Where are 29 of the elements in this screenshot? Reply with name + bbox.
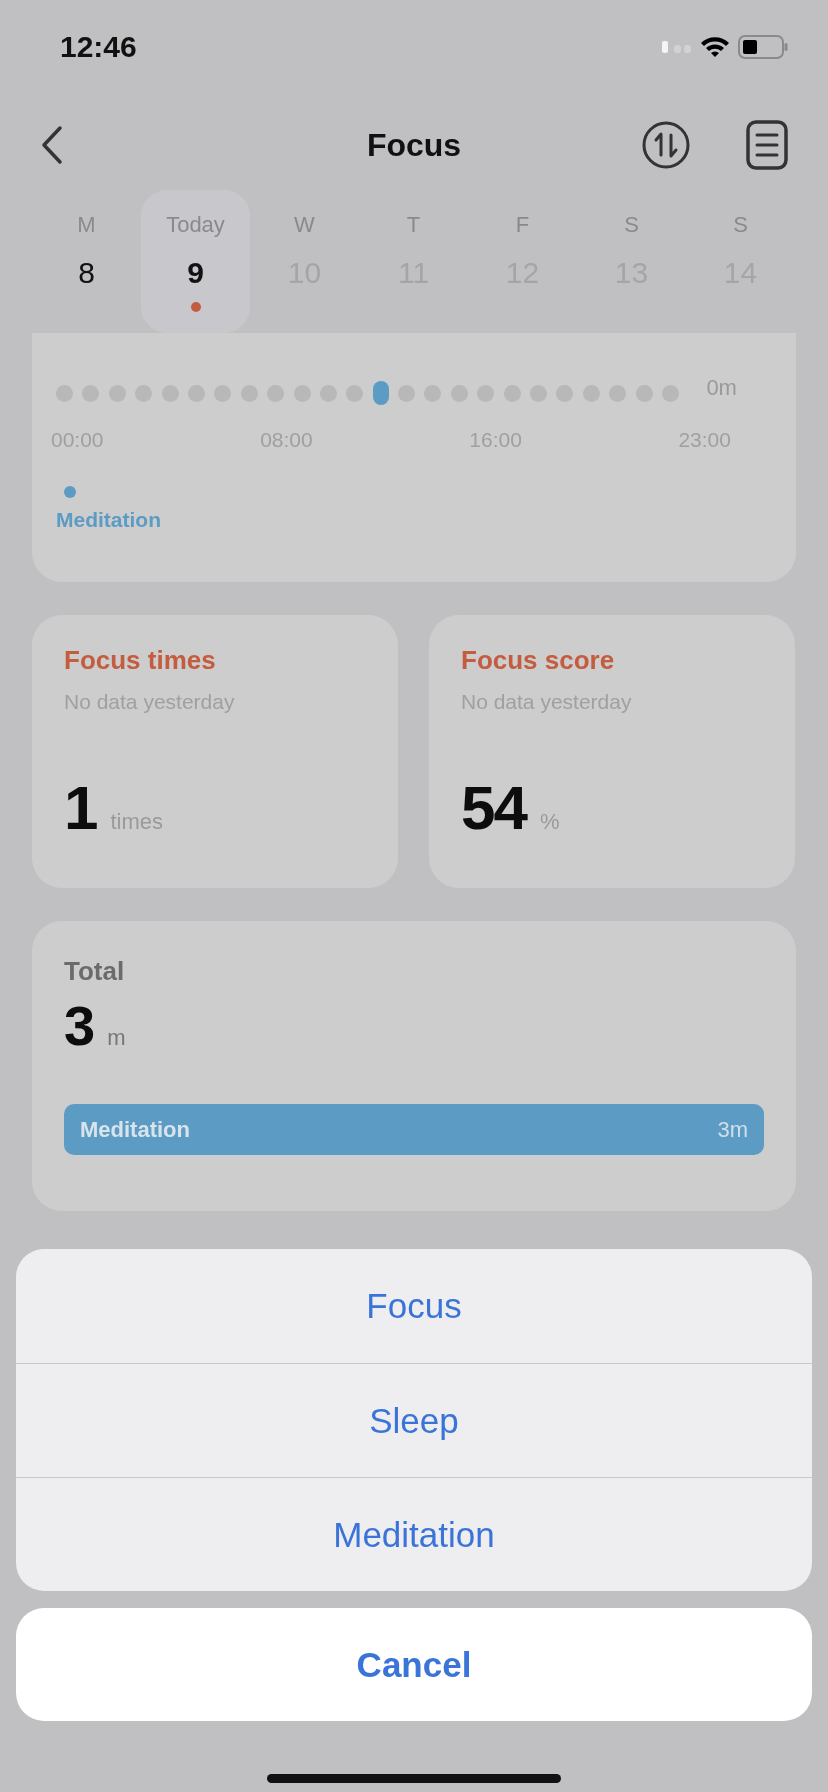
sheet-option[interactable]: Focus — [16, 1249, 812, 1363]
stat-value: 54 — [461, 772, 526, 843]
card-title: Focus times — [64, 645, 217, 676]
day-tab[interactable]: Today 9 — [141, 190, 250, 333]
bar-reading: 3m — [717, 1116, 748, 1143]
total-value: 3 — [64, 993, 96, 1058]
cancel-button[interactable]: Cancel — [16, 1608, 812, 1721]
legend-label: Meditation — [56, 508, 161, 532]
wifi-icon — [700, 36, 730, 58]
date-number: 8 — [78, 256, 95, 290]
stat-value: 1 — [64, 772, 97, 843]
total-label: Total — [64, 956, 126, 987]
stat-unit: % — [539, 809, 560, 835]
bar-label: Meditation — [80, 1116, 190, 1143]
sheet-option[interactable]: Sleep — [16, 1363, 812, 1477]
screen-title: Focus — [366, 126, 462, 164]
total-unit: m — [107, 1025, 126, 1051]
swap-arrows-icon — [642, 121, 690, 169]
document-icon — [746, 120, 788, 170]
date-number: 9 — [187, 256, 204, 290]
signal-icon — [662, 40, 692, 54]
back-button[interactable] — [40, 125, 64, 165]
time: 12:46 — [60, 30, 137, 64]
battery-icon — [738, 35, 788, 59]
list-button[interactable] — [746, 120, 788, 170]
sheet-option[interactable]: Meditation — [16, 1477, 812, 1591]
card-title: Focus score — [461, 645, 616, 676]
sort-button[interactable] — [642, 121, 690, 169]
weekday-label: Today — [166, 212, 225, 238]
